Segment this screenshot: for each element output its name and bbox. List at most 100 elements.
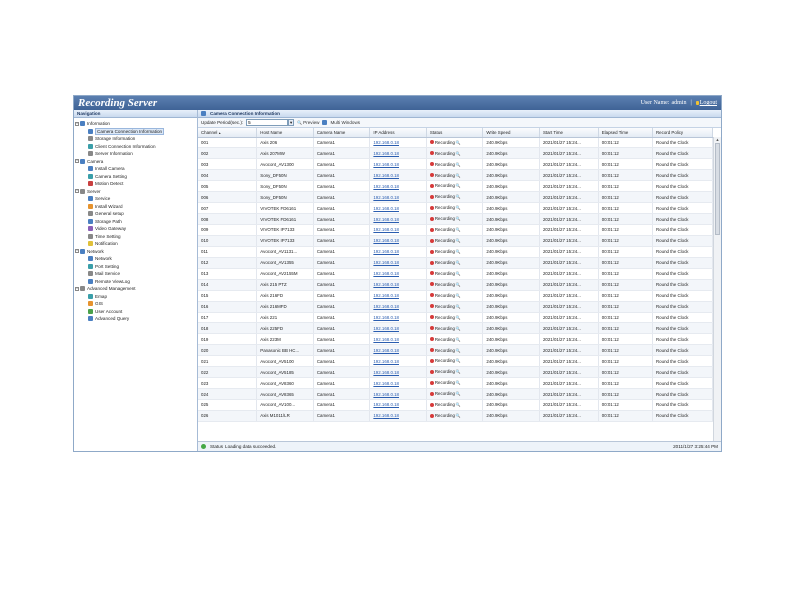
table-row[interactable]: 001 Axis 206 Camera1 192.168.0.18 Recording 🔍… — [198, 137, 713, 149]
column-header-status[interactable]: Status — [426, 128, 484, 138]
vertical-scrollbar[interactable]: ▲ — [713, 137, 721, 441]
tree-group-camera[interactable]: − Camera — [74, 158, 197, 166]
tree-item-time-setting[interactable]: Time Setting — [74, 233, 197, 241]
ip-address-link[interactable]: 192.168.0.18 — [373, 206, 399, 211]
ip-address-link[interactable]: 192.168.0.18 — [373, 151, 399, 156]
table-row[interactable]: 021 Avocont_AV5100 Camera1 192.168.0.18 Reco… — [198, 355, 713, 368]
magnifier-icon[interactable]: 🔍 — [456, 348, 461, 353]
ip-address-link[interactable]: 192.168.0.18 — [373, 402, 399, 407]
magnifier-icon[interactable]: 🔍 — [456, 227, 461, 232]
collapse-toggle-icon[interactable]: − — [75, 189, 79, 194]
ip-address-link[interactable]: 192.168.0.18 — [373, 293, 399, 298]
table-row[interactable]: 003 Avocont_AV1300 Camera1 192.168.0.18 Reco… — [198, 158, 713, 171]
magnifier-icon[interactable]: 🔍 — [456, 402, 461, 407]
tree-group-information[interactable]: − Information — [74, 120, 197, 128]
tree-item-storage-information[interactable]: Storage Information — [74, 135, 197, 143]
collapse-toggle-icon[interactable]: − — [75, 249, 79, 254]
magnifier-icon[interactable]: 🔍 — [456, 391, 461, 396]
ip-address-link[interactable]: 192.168.0.18 — [373, 184, 399, 189]
ip-address-link[interactable]: 192.168.0.18 — [373, 348, 399, 353]
tree-item-motion-detect[interactable]: Motion Detect — [74, 180, 197, 188]
tree-item-mail-service[interactable]: Mail Service — [74, 270, 197, 278]
magnifier-icon[interactable]: 🔍 — [456, 194, 461, 199]
ip-address-link[interactable]: 192.168.0.18 — [373, 217, 399, 222]
tree-item-general-setup[interactable]: General setup — [74, 210, 197, 218]
table-row[interactable]: 013 Avocont_AV2155M Camera1 192.168.0.18 Rec… — [198, 268, 713, 280]
magnifier-icon[interactable]: 🔍 — [456, 369, 461, 374]
table-row[interactable]: 018 Axis 225FD Camera1 192.168.0.18 Recordin… — [198, 322, 713, 335]
table-row[interactable]: 009 VIVOTEK IP7133 Camera1 192.168.0.18 Reco… — [198, 224, 713, 236]
magnifier-icon[interactable]: 🔍 — [456, 183, 461, 188]
table-row[interactable]: 019 Axis 223M Camera1 192.168.0.18 Recording… — [198, 333, 713, 346]
magnifier-icon[interactable]: 🔍 — [456, 173, 461, 178]
table-row[interactable]: 004 Sony_DF50N Camera1 192.168.0.18 Recordin… — [198, 169, 713, 182]
column-header-channel[interactable]: Channel ▲ — [198, 128, 258, 138]
magnifier-icon[interactable]: 🔍 — [456, 260, 461, 265]
ip-address-link[interactable]: 192.168.0.18 — [373, 249, 399, 254]
tree-item-camera-connection-information[interactable]: Camera Connection Information — [74, 127, 197, 136]
preview-button[interactable]: 🔍 Preview — [297, 120, 319, 125]
collapse-toggle-icon[interactable]: − — [75, 159, 79, 164]
column-header-ip-address[interactable]: IP Address — [369, 128, 427, 138]
magnifier-icon[interactable]: 🔍 — [456, 271, 461, 276]
magnifier-icon[interactable]: 🔍 — [456, 162, 461, 167]
tree-item-port-setting[interactable]: Port Setting — [74, 263, 197, 271]
magnifier-icon[interactable]: 🔍 — [456, 216, 461, 221]
magnifier-icon[interactable]: 🔍 — [456, 337, 461, 342]
magnifier-icon[interactable]: 🔍 — [456, 249, 461, 254]
table-row[interactable]: 026 Axis M1011/LR Camera1 192.168.0.18 Recor… — [198, 410, 713, 422]
tree-item-emap[interactable]: Emap — [74, 293, 197, 301]
ip-address-link[interactable]: 192.168.0.18 — [373, 271, 399, 276]
update-period-input[interactable] — [246, 119, 289, 126]
ip-address-link[interactable]: 192.168.0.18 — [373, 195, 399, 200]
tree-group-server[interactable]: − Server — [74, 188, 197, 196]
ip-address-link[interactable]: 192.168.0.18 — [373, 227, 399, 232]
tree-item-install-wizard[interactable]: Install Wizard — [74, 203, 197, 211]
tree-item-install-camera[interactable]: Install Camera — [74, 165, 197, 173]
table-row[interactable]: 012 Avocont_AV1355 Camera1 192.168.0.18 Reco… — [198, 257, 713, 269]
ip-address-link[interactable]: 192.168.0.18 — [373, 326, 399, 331]
tree-item-notification[interactable]: Notification — [74, 240, 197, 248]
magnifier-icon[interactable]: 🔍 — [456, 380, 461, 385]
table-row[interactable]: 011 Avocont_AV1131... Camera1 192.168.0.18 R… — [198, 246, 713, 258]
table-row[interactable]: 006 Sony_DF50N Camera1 192.168.0.18 Recordin… — [198, 191, 713, 204]
chevron-down-icon[interactable]: ▼ — [288, 119, 295, 126]
collapse-toggle-icon[interactable]: − — [75, 286, 79, 291]
tree-item-remote-viewlog[interactable]: Remote ViewLog — [74, 278, 197, 286]
table-row[interactable]: 017 Axis 221 Camera1 192.168.0.18 Recording 🔍… — [198, 312, 713, 324]
table-row[interactable]: 010 VIVOTEK IP7133 Camera1 192.168.0.18 Reco… — [198, 235, 713, 247]
tree-group-advanced-management[interactable]: − Advanced Management — [74, 285, 197, 293]
column-header-record-policy[interactable]: Record Policy — [652, 128, 713, 138]
magnifier-icon[interactable]: 🔍 — [456, 205, 461, 210]
multi-windows-button[interactable]: Multi Windows — [322, 120, 360, 125]
tree-item-network[interactable]: Network — [74, 255, 197, 263]
column-header-camera-name[interactable]: Camera Name — [313, 128, 371, 138]
ip-address-link[interactable]: 192.168.0.18 — [373, 260, 399, 265]
tree-item-server-information[interactable]: Server Information — [74, 150, 197, 158]
magnifier-icon[interactable]: 🔍 — [456, 151, 461, 156]
magnifier-icon[interactable]: 🔍 — [456, 326, 461, 331]
scrollbar-thumb[interactable] — [715, 143, 720, 235]
column-header-write-speed[interactable]: Write Speed — [482, 128, 540, 138]
tree-item-service[interactable]: Service — [74, 195, 197, 203]
table-row[interactable]: 008 VIVOTEK FD6161 Camera1 192.168.0.18 Reco… — [198, 213, 713, 225]
column-header-host-name[interactable]: Host Name — [256, 128, 314, 138]
ip-address-link[interactable]: 192.168.0.18 — [373, 282, 399, 287]
magnifier-icon[interactable]: 🔍 — [456, 413, 461, 418]
tree-item-camera-setting[interactable]: Camera Setting — [74, 173, 197, 181]
ip-address-link[interactable]: 192.168.0.18 — [373, 173, 399, 178]
ip-address-link[interactable]: 192.168.0.18 — [373, 315, 399, 320]
ip-address-link[interactable]: 192.168.0.18 — [373, 413, 399, 418]
tree-item-client-connection-information[interactable]: Client Connection Information — [74, 143, 197, 151]
table-row[interactable]: 014 Axis 215 PTZ Camera1 192.168.0.18 Record… — [198, 279, 713, 291]
table-row[interactable]: 005 Sony_DF50N Camera1 192.168.0.18 Recordin… — [198, 180, 713, 193]
tree-item-advanced-query[interactable]: Advanced Query — [74, 315, 197, 323]
table-row[interactable]: 016 Axis 216MFD Camera1 192.168.0.18 Recordi… — [198, 301, 713, 313]
ip-address-link[interactable]: 192.168.0.18 — [373, 337, 399, 342]
table-row[interactable]: 002 Axis 207MW Camera1 192.168.0.18 Recordin… — [198, 147, 713, 160]
table-row[interactable]: 023 Avocont_AV8360 Camera1 192.168.0.18 Reco… — [198, 377, 713, 390]
tree-item-storage-path[interactable]: Storage Path — [74, 218, 197, 226]
ip-address-link[interactable]: 192.168.0.18 — [373, 162, 399, 167]
table-row[interactable]: 025 Avocont_AV100... Camera1 192.168.0.18 Re… — [198, 399, 713, 411]
ip-address-link[interactable]: 192.168.0.18 — [373, 370, 399, 375]
